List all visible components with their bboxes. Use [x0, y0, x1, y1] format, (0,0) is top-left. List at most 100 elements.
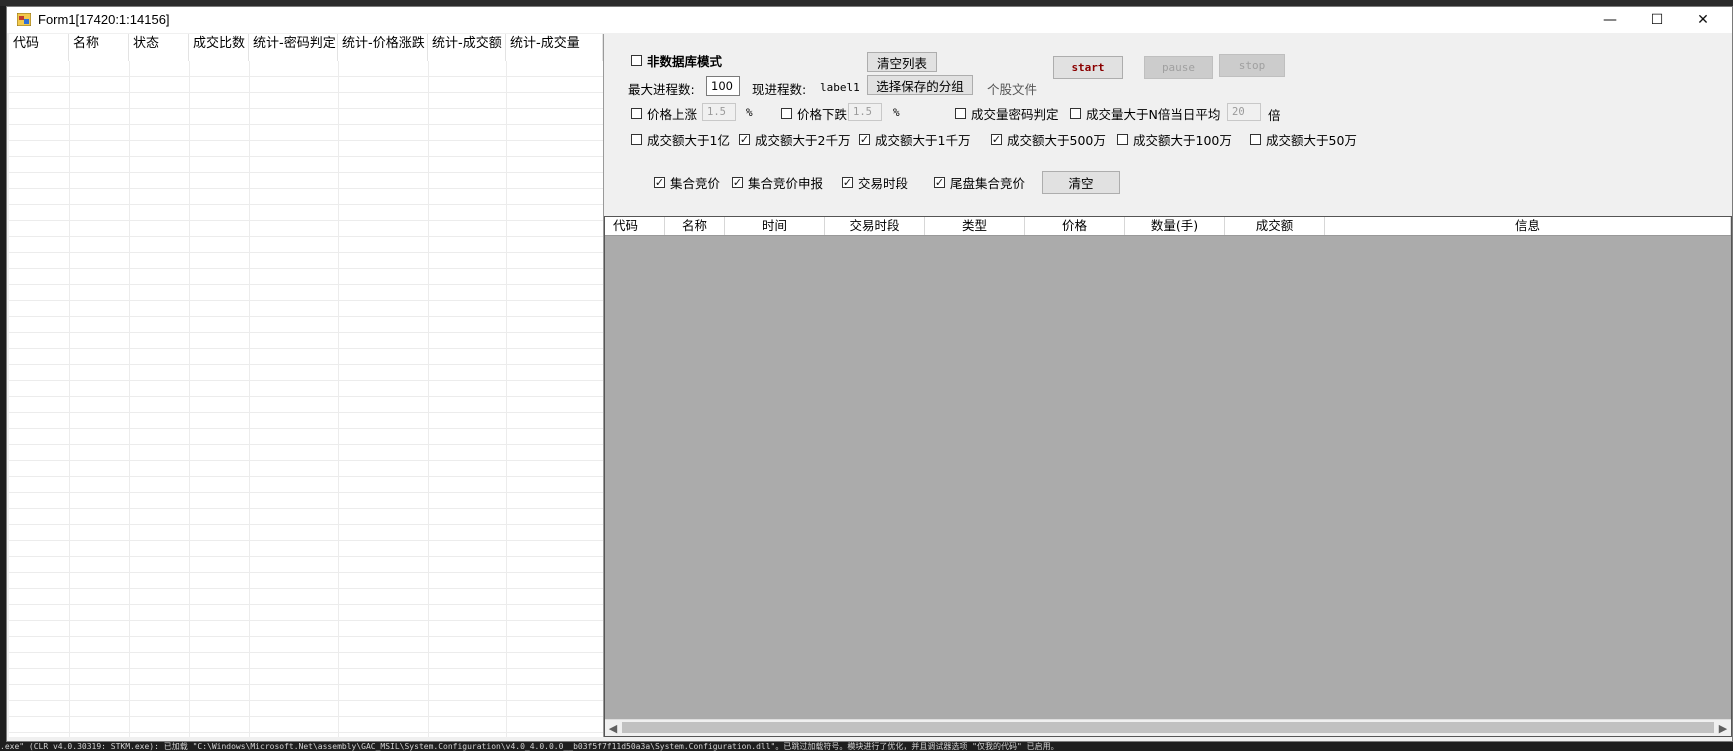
start-button[interactable]: start [1053, 56, 1123, 79]
current-process-value: label1 [820, 81, 860, 94]
checkbox-box[interactable] [955, 108, 966, 119]
volume-n-times-input[interactable]: 20 [1227, 103, 1261, 121]
grid-column-line [69, 61, 70, 737]
app-icon [17, 13, 31, 26]
maximize-button[interactable]: ☐ [1634, 7, 1680, 33]
column-header[interactable]: 名称 [69, 34, 129, 61]
grid-column-line [428, 61, 429, 737]
control-panel: 非数据库模式 清空列表 start pause stop 最大进程数: 100 … [604, 34, 1732, 737]
column-header[interactable]: 统计-价格涨跌 [338, 34, 428, 61]
column-header[interactable]: 名称 [665, 217, 725, 235]
title-bar: Form1[17420:1:14156] — ☐ ✕ [7, 7, 1732, 33]
column-header[interactable]: 统计-成交额 [428, 34, 506, 61]
session-filter-checkbox[interactable]: ✓ 尾盘集合竞价 [934, 173, 1025, 192]
amount-filter-checkbox[interactable]: ✓ 成交额大于2千万 [739, 130, 850, 149]
volume-password-label: 成交量密码判定 [971, 107, 1059, 122]
column-header[interactable]: 信息 [1325, 217, 1731, 235]
pause-button[interactable]: pause [1144, 56, 1213, 79]
amount-filter-checkbox[interactable]: ✓ 成交额大于500万 [991, 130, 1106, 149]
grid-column-line [506, 61, 507, 737]
checkbox-box[interactable]: ✓ [732, 177, 743, 188]
amount-filter-checkbox[interactable]: ✓ 成交额大于1千万 [859, 130, 970, 149]
amount-filter-label: 成交额大于100万 [1133, 133, 1232, 148]
price-up-checkbox[interactable]: 价格上涨 [631, 104, 697, 123]
checkbox-box[interactable] [631, 134, 642, 145]
non-db-mode-checkbox[interactable]: 非数据库模式 [631, 51, 722, 70]
grid-column-line [189, 61, 190, 737]
volume-n-times-unit: 倍 [1268, 108, 1281, 123]
price-down-unit: % [893, 106, 900, 119]
volume-n-times-checkbox[interactable]: 成交量大于N倍当日平均 [1070, 104, 1220, 123]
scroll-left-icon[interactable]: ◀ [605, 720, 621, 736]
grid-column-line [338, 61, 339, 737]
price-up-label: 价格上涨 [647, 107, 698, 122]
trade-result-grid-header: 代码 名称 时间 交易时段 类型 价格 数量(手) 成交额 信息 [605, 217, 1731, 236]
column-header[interactable]: 类型 [925, 217, 1025, 235]
session-filter-label: 尾盘集合竞价 [950, 176, 1026, 191]
grid-column-line [129, 61, 130, 737]
stock-stats-grid-body[interactable] [9, 61, 603, 737]
volume-password-checkbox[interactable]: 成交量密码判定 [955, 104, 1059, 123]
clear-list-button[interactable]: 清空列表 [867, 52, 937, 72]
session-filter-checkbox[interactable]: ✓ 交易时段 [842, 173, 908, 192]
trade-result-grid[interactable]: 代码 名称 时间 交易时段 类型 价格 数量(手) 成交额 信息 ◀ ▶ [604, 216, 1732, 737]
price-down-checkbox[interactable]: 价格下跌 [781, 104, 847, 123]
session-filter-checkbox[interactable]: ✓ 集合竞价 [654, 173, 720, 192]
horizontal-scrollbar[interactable]: ◀ ▶ [605, 719, 1731, 736]
checkbox-box[interactable] [631, 108, 642, 119]
checkbox-box[interactable] [631, 55, 642, 66]
volume-n-times-label: 成交量大于N倍当日平均 [1086, 107, 1221, 122]
grid-column-line [249, 61, 250, 737]
checkbox-box[interactable]: ✓ [934, 177, 945, 188]
checkbox-box[interactable] [1070, 108, 1081, 119]
column-header[interactable]: 代码 [9, 34, 69, 61]
minimize-button[interactable]: — [1587, 7, 1633, 33]
column-header[interactable]: 统计-密码判定 [249, 34, 338, 61]
column-header[interactable]: 数量(手) [1125, 217, 1225, 235]
amount-filter-label: 成交额大于2千万 [755, 133, 851, 148]
scrollbar-thumb[interactable] [622, 722, 1714, 733]
choose-group-button[interactable]: 选择保存的分组 [867, 75, 973, 95]
amount-filter-label: 成交额大于50万 [1266, 133, 1357, 148]
debug-output-line: .exe" (CLR v4.0.30319: STKM.exe): 已加载 "C… [0, 742, 1733, 751]
price-down-label: 价格下跌 [797, 107, 848, 122]
close-button[interactable]: ✕ [1680, 7, 1726, 33]
window-title: Form1[17420:1:14156] [38, 12, 170, 27]
column-header[interactable]: 代码 [605, 217, 665, 235]
column-header[interactable]: 交易时段 [825, 217, 925, 235]
session-filter-label: 交易时段 [858, 176, 909, 191]
stop-button[interactable]: stop [1219, 54, 1285, 77]
checkbox-box[interactable]: ✓ [842, 177, 853, 188]
amount-filter-checkbox[interactable]: 成交额大于1亿 [631, 130, 730, 149]
session-filter-label: 集合竞价 [670, 176, 721, 191]
checkbox-box[interactable]: ✓ [859, 134, 870, 145]
scroll-right-icon[interactable]: ▶ [1715, 720, 1731, 736]
column-header[interactable]: 状态 [129, 34, 189, 61]
app-window: Form1[17420:1:14156] — ☐ ✕ 代码 名称 状态 成交比数… [6, 6, 1733, 742]
stock-stats-grid-header: 代码 名称 状态 成交比数 统计-密码判定 统计-价格涨跌 统计-成交额 统计-… [9, 34, 603, 61]
price-down-input[interactable]: 1.5 [848, 103, 882, 121]
amount-filter-label: 成交额大于1亿 [647, 133, 730, 148]
checkbox-box[interactable]: ✓ [991, 134, 1002, 145]
checkbox-box[interactable]: ✓ [654, 177, 665, 188]
max-process-label: 最大进程数: [628, 82, 695, 97]
stock-stats-grid[interactable]: 代码 名称 状态 成交比数 统计-密码判定 统计-价格涨跌 统计-成交额 统计-… [9, 34, 604, 737]
amount-filter-checkbox[interactable]: 成交额大于100万 [1117, 130, 1232, 149]
checkbox-box[interactable] [1117, 134, 1128, 145]
clear-button[interactable]: 清空 [1042, 171, 1120, 194]
checkbox-box[interactable]: ✓ [739, 134, 750, 145]
column-header[interactable]: 成交额 [1225, 217, 1325, 235]
checkbox-box[interactable] [781, 108, 792, 119]
column-header[interactable]: 价格 [1025, 217, 1125, 235]
column-header[interactable]: 统计-成交量 [506, 34, 603, 61]
stock-file-label[interactable]: 个股文件 [987, 79, 1037, 98]
max-process-input[interactable]: 100 [706, 76, 740, 96]
price-up-input[interactable]: 1.5 [702, 103, 736, 121]
session-filter-checkbox[interactable]: ✓ 集合竞价申报 [732, 173, 823, 192]
checkbox-box[interactable] [1250, 134, 1261, 145]
amount-filter-checkbox[interactable]: 成交额大于50万 [1250, 130, 1357, 149]
column-header[interactable]: 成交比数 [189, 34, 249, 61]
column-header[interactable]: 时间 [725, 217, 825, 235]
amount-filter-label: 成交额大于1千万 [875, 133, 971, 148]
non-db-mode-label: 非数据库模式 [647, 54, 723, 69]
